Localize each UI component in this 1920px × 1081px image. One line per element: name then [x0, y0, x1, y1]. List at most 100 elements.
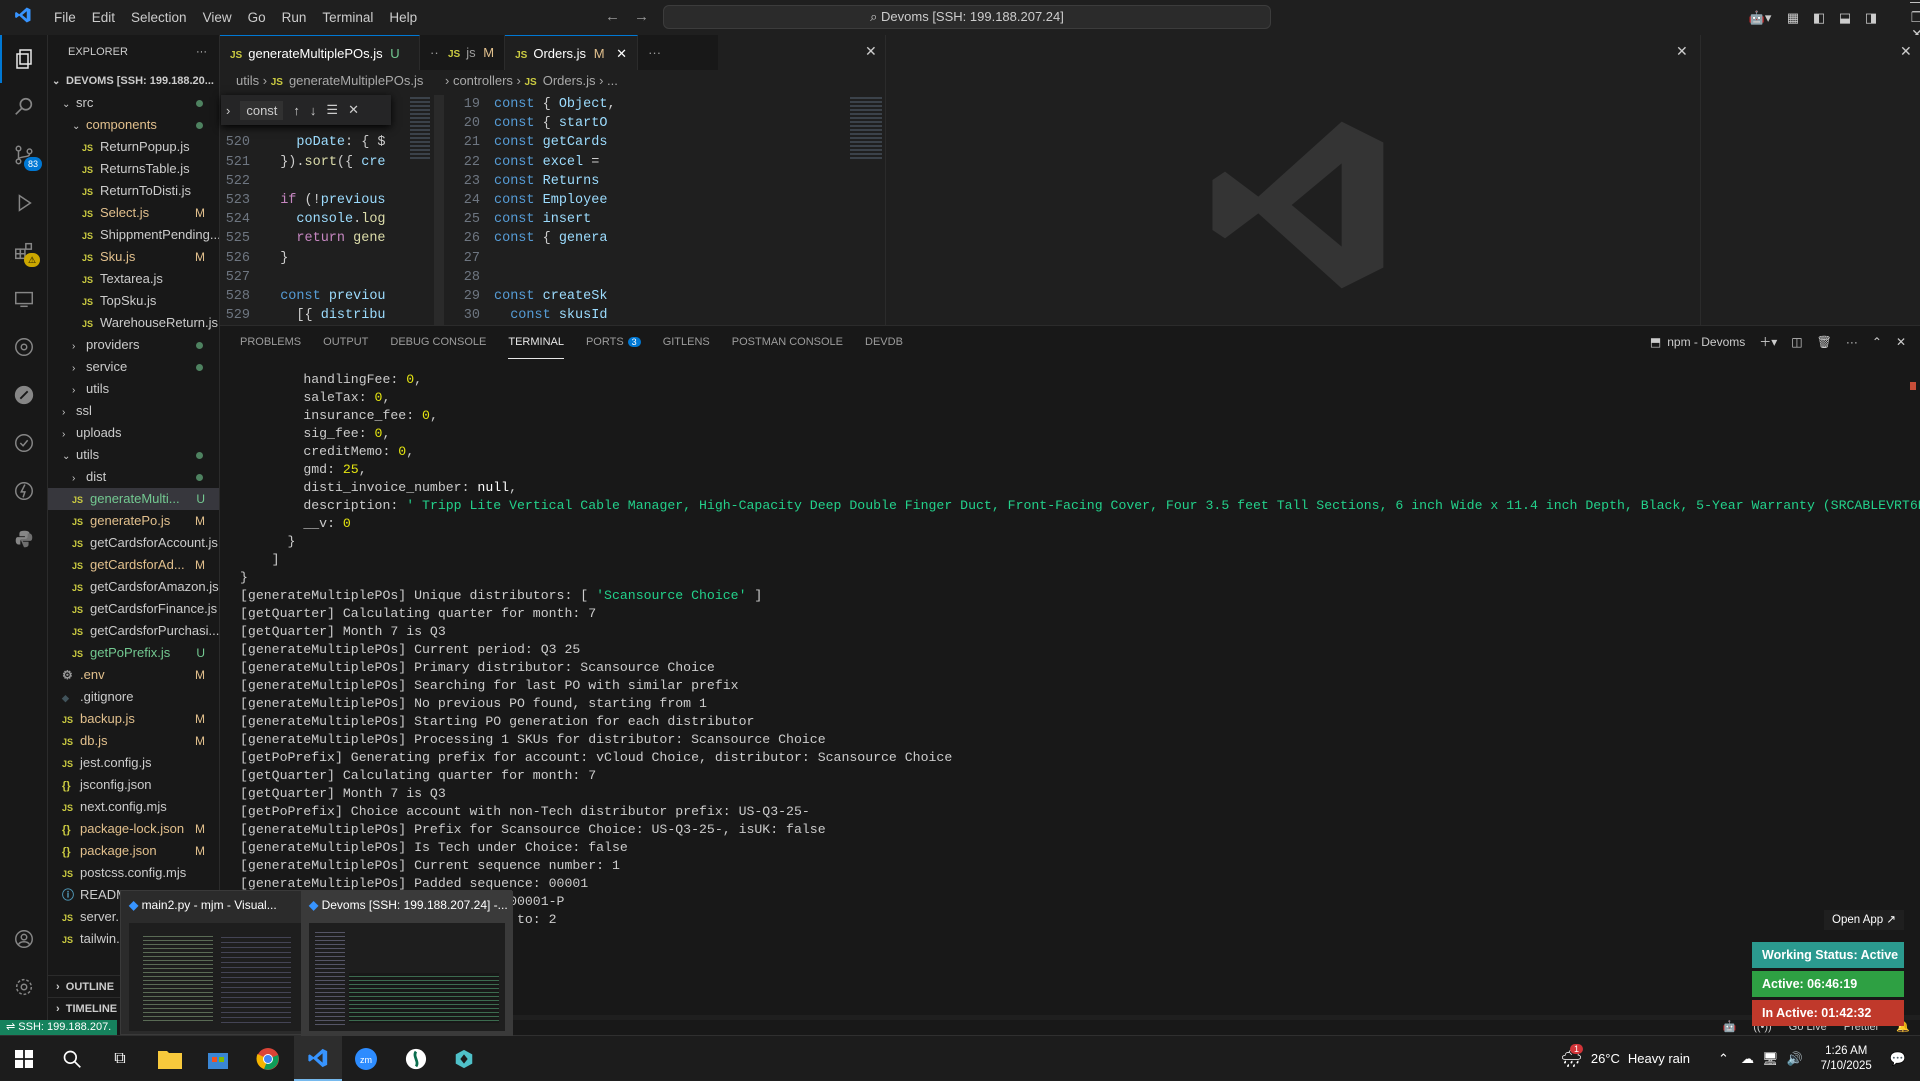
- weather-icon[interactable]: 🌧 1: [1560, 1044, 1583, 1069]
- network-icon[interactable]: 🖥: [1762, 1051, 1779, 1067]
- window-preview-devoms[interactable]: ◆ Devoms [SSH: 199.188.207.24] -...: [301, 891, 513, 1036]
- panel-tab-debug-console[interactable]: DEBUG CONSOLE: [390, 326, 486, 359]
- code-line[interactable]: 27: [450, 249, 846, 268]
- clock[interactable]: 1:26 AM 7/10/2025: [1821, 1044, 1872, 1074]
- breadcrumb-item[interactable]: controllers: [453, 73, 513, 88]
- minimap-left[interactable]: [406, 95, 434, 325]
- code-line[interactable]: 30 const skusId: [450, 306, 846, 325]
- toggle-sidebar-icon[interactable]: ◧: [1806, 10, 1832, 26]
- menu-selection[interactable]: Selection: [123, 10, 195, 25]
- temperature[interactable]: 26°C: [1591, 1051, 1620, 1066]
- code-line[interactable]: 527: [220, 268, 406, 287]
- file-item[interactable]: JS Select.js M: [48, 202, 219, 224]
- menu-edit[interactable]: Edit: [84, 10, 123, 25]
- panel-tab-terminal[interactable]: TERMINAL: [508, 326, 564, 359]
- close-find-icon[interactable]: ✕: [348, 102, 359, 118]
- find-input[interactable]: const: [240, 100, 284, 120]
- folder-item[interactable]: ⌄ src: [48, 92, 219, 114]
- file-item[interactable]: JS Sku.js M: [48, 246, 219, 268]
- copilot-icon[interactable]: 🤖▾: [1740, 10, 1780, 26]
- file-item[interactable]: JS generateMulti... U: [48, 488, 219, 510]
- code-line[interactable]: 529 [{ distribu: [220, 306, 406, 325]
- code-editor-left[interactable]: 520 poDate: { $521 }).sort({ cre 522 523 i…: [220, 95, 406, 325]
- file-item[interactable]: JS getCardsforAmazon.js: [48, 576, 219, 598]
- previous-match-icon[interactable]: ↑: [293, 103, 300, 118]
- store-icon[interactable]: [194, 1036, 242, 1081]
- breadcrumb-item[interactable]: generateMultiplePOs.js: [289, 73, 423, 88]
- folder-item[interactable]: ⌄ utils: [48, 444, 219, 466]
- new-terminal-icon[interactable]: ＋▾: [1759, 326, 1777, 359]
- working-status[interactable]: Working Status: Active: [1752, 942, 1904, 968]
- file-item[interactable]: JS TopSku.js: [48, 290, 219, 312]
- file-item[interactable]: JS ReturnsTable.js: [48, 158, 219, 180]
- folder-item[interactable]: › service: [48, 356, 219, 378]
- folder-item[interactable]: › dist: [48, 466, 219, 488]
- close-editor-group-icon[interactable]: ✕: [1900, 43, 1912, 60]
- next-match-icon[interactable]: ↓: [310, 103, 317, 118]
- file-item[interactable]: JS getCardsforPurchasi...: [48, 620, 219, 642]
- copilot-status-icon[interactable]: 🤖: [1722, 1021, 1736, 1033]
- close-tab-icon[interactable]: ✕: [616, 46, 627, 61]
- code-line[interactable]: 521 }).sort({ cre: [220, 153, 406, 172]
- menu-run[interactable]: Run: [274, 10, 315, 25]
- folder-item[interactable]: › ssl: [48, 400, 219, 422]
- python-icon[interactable]: [0, 515, 47, 563]
- code-line[interactable]: 522: [220, 172, 406, 191]
- file-item[interactable]: JS jest.config.js: [48, 752, 219, 774]
- zoom-icon[interactable]: zm: [342, 1036, 390, 1081]
- toggle-secondary-sidebar-icon[interactable]: ◨: [1858, 10, 1884, 26]
- terminal-name[interactable]: npm - Devoms: [1667, 326, 1745, 359]
- panel-tab-ports[interactable]: PORTS 3: [586, 326, 641, 359]
- tab-generate-multiple-pos[interactable]: JS generateMultiplePOs.js U: [220, 35, 420, 70]
- file-item[interactable]: JS getPoPrefix.js U: [48, 642, 219, 664]
- minimize-button[interactable]: —: [1894, 0, 1920, 9]
- folder-item[interactable]: ⌄ components: [48, 114, 219, 136]
- code-line[interactable]: 26 const { genera: [450, 229, 846, 248]
- folder-item[interactable]: › providers: [48, 334, 219, 356]
- window-preview-main2[interactable]: ◆ main2.py - mjm - Visual...: [121, 891, 311, 1036]
- folder-item[interactable]: › utils: [48, 378, 219, 400]
- terminal-output[interactable]: handlingFee: 0, saleTax: 0, insurance_fe…: [240, 371, 1920, 947]
- group-divider[interactable]: [885, 35, 886, 325]
- testing-icon[interactable]: [0, 419, 47, 467]
- customize-layout-icon[interactable]: ▦: [1780, 10, 1806, 26]
- code-line[interactable]: 523 if (!previous: [220, 191, 406, 210]
- code-line[interactable]: 25 const insert: [450, 210, 846, 229]
- panel-tab-output[interactable]: OUTPUT: [323, 326, 368, 359]
- notification-center-icon[interactable]: 💬: [1890, 1051, 1906, 1067]
- code-line[interactable]: 23 const Returns: [450, 172, 846, 191]
- code-line[interactable]: 19 const { Object,: [450, 95, 846, 114]
- command-center-search[interactable]: ⌕ Devoms [SSH: 199.188.207.24]: [663, 5, 1271, 29]
- volume-icon[interactable]: 🔊: [1786, 1051, 1802, 1067]
- accounts-icon[interactable]: [0, 915, 48, 963]
- postman-icon[interactable]: [0, 371, 47, 419]
- file-item[interactable]: {} package.json M: [48, 840, 219, 862]
- file-item[interactable]: JS next.config.mjs: [48, 796, 219, 818]
- code-editor-right[interactable]: 19 const { Object, 20 const { startO 21 const…: [450, 95, 846, 325]
- toggle-panel-icon[interactable]: ⬓: [1832, 10, 1858, 26]
- code-line[interactable]: 524 console.log: [220, 210, 406, 229]
- code-line[interactable]: 20 const { startO: [450, 114, 846, 133]
- open-app-button[interactable]: Open App ↗: [1824, 910, 1904, 930]
- folder-item[interactable]: › uploads: [48, 422, 219, 444]
- file-explorer-icon[interactable]: [146, 1036, 194, 1081]
- maximize-panel-icon[interactable]: ⌃: [1872, 326, 1882, 359]
- file-item[interactable]: JS ReturnToDisti.js: [48, 180, 219, 202]
- remote-ssh-button[interactable]: ⇌ SSH: 199.188.207.: [0, 1020, 118, 1035]
- breadcrumb-item[interactable]: Orders.js: [543, 73, 596, 88]
- file-item[interactable]: ◆ .gitignore: [48, 686, 219, 708]
- file-item[interactable]: JS getCardsforAccount.js: [48, 532, 219, 554]
- breadcrumb-item[interactable]: utils: [236, 73, 259, 88]
- file-item[interactable]: JS db.js M: [48, 730, 219, 752]
- file-item[interactable]: {} package-lock.json M: [48, 818, 219, 840]
- menu-terminal[interactable]: Terminal: [314, 10, 381, 25]
- menu-view[interactable]: View: [195, 10, 240, 25]
- kill-terminal-icon[interactable]: 🗑: [1817, 326, 1832, 359]
- panel-tab-gitlens[interactable]: GITLENS: [663, 326, 710, 359]
- close-panel-icon[interactable]: ✕: [1896, 326, 1906, 359]
- cloud-icon[interactable]: ☁: [1741, 1051, 1754, 1067]
- code-line[interactable]: 22 const excel =: [450, 153, 846, 172]
- file-item[interactable]: JS backup.js M: [48, 708, 219, 730]
- extensions-icon[interactable]: ⚠: [0, 227, 47, 275]
- panel-tab-devdb[interactable]: DEVDB: [865, 326, 903, 359]
